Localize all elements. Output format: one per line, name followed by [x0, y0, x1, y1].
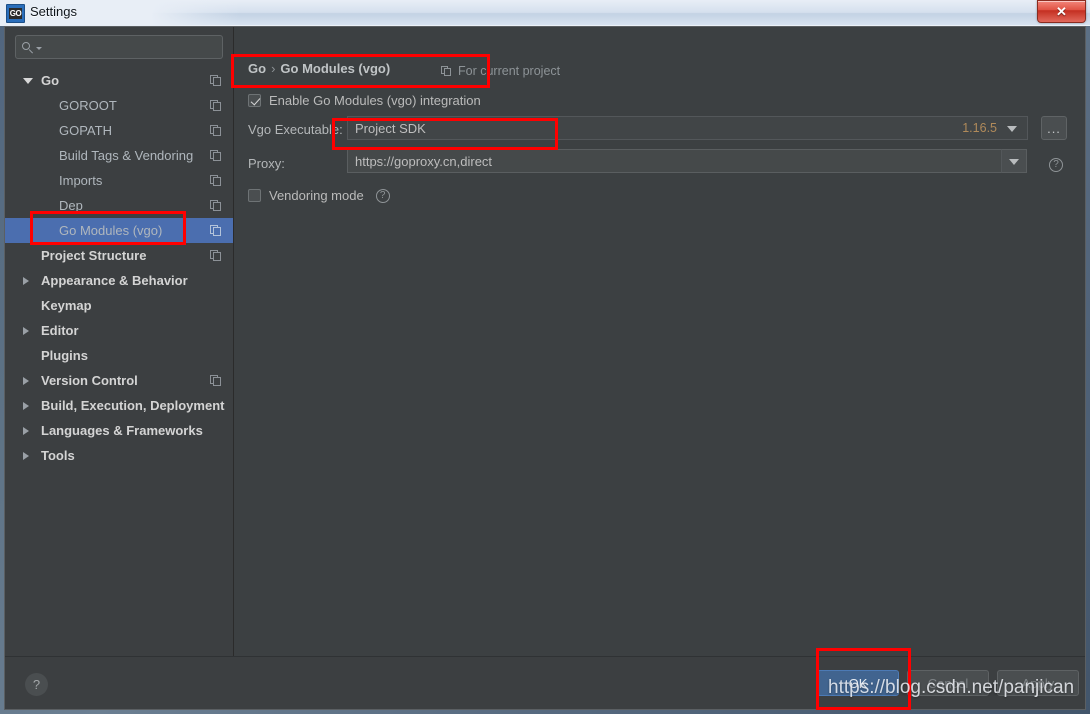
- sidebar-item-version-control[interactable]: Version Control: [5, 368, 233, 393]
- window-title: Settings: [30, 4, 77, 19]
- sidebar-item-build-execution-deployment[interactable]: Build, Execution, Deployment: [5, 393, 233, 418]
- enable-go-modules-checkbox[interactable]: [248, 94, 261, 107]
- close-button[interactable]: ✕: [1037, 0, 1086, 23]
- copy-scope-icon: [210, 199, 222, 212]
- breadcrumb-root[interactable]: Go: [248, 61, 266, 76]
- sidebar-item-build-tags-vendoring[interactable]: Build Tags & Vendoring: [5, 143, 233, 168]
- chevron-right-icon[interactable]: [23, 401, 29, 410]
- sidebar-item-plugins[interactable]: Plugins: [5, 343, 233, 368]
- sidebar-item-goroot[interactable]: GOROOT: [5, 93, 233, 118]
- vgo-executable-label: Vgo Executable:: [248, 122, 343, 137]
- settings-sidebar: Go GOROOT GOPATH Build Tags & Vendoring Impo…: [5, 27, 234, 656]
- sidebar-item-label: Build Tags & Vendoring: [59, 148, 194, 163]
- proxy-dropdown-button[interactable]: [1001, 149, 1027, 173]
- proxy-input[interactable]: https://goproxy.cn,direct: [347, 149, 1027, 173]
- copy-scope-icon: [210, 224, 222, 237]
- screenshot-root: GO Settings ✕ Go GOROOT GOPATH Build Tags &…: [0, 0, 1090, 714]
- sidebar-item-label: Plugins: [41, 348, 88, 363]
- vgo-browse-button[interactable]: ...: [1041, 116, 1067, 140]
- copy-scope-icon: [441, 65, 452, 77]
- sidebar-item-label: Editor: [41, 323, 79, 338]
- breadcrumb-separator: ›: [271, 61, 276, 76]
- go-logo-icon: GO: [6, 4, 25, 23]
- settings-main-panel: Go › Go Modules (vgo) For current project …: [234, 27, 1085, 656]
- titlebar-gradient-overlay: [0, 0, 1090, 26]
- sidebar-item-label: Dep: [59, 198, 83, 213]
- enable-go-modules-label: Enable Go Modules (vgo) integration: [269, 93, 481, 108]
- copy-scope-icon: [210, 74, 222, 87]
- search-input[interactable]: [46, 39, 216, 55]
- chevron-right-icon[interactable]: [23, 376, 29, 385]
- sidebar-item-editor[interactable]: Editor: [5, 318, 233, 343]
- chevron-right-icon[interactable]: [23, 426, 29, 435]
- vgo-executable-field[interactable]: Project SDK 1.16.5: [347, 116, 1028, 140]
- settings-dialog: Go GOROOT GOPATH Build Tags & Vendoring Impo…: [4, 26, 1086, 710]
- window-titlebar: GO Settings: [0, 0, 1090, 26]
- sidebar-item-project-structure[interactable]: Project Structure: [5, 243, 233, 268]
- sidebar-item-label: Build, Execution, Deployment: [41, 398, 225, 413]
- sidebar-item-languages-frameworks[interactable]: Languages & Frameworks: [5, 418, 233, 443]
- vendoring-mode-row[interactable]: Vendoring mode ?: [248, 188, 390, 203]
- chevron-right-icon[interactable]: [23, 451, 29, 460]
- sidebar-item-keymap[interactable]: Keymap: [5, 293, 233, 318]
- watermark-text: https://blog.csdn.net/panjican: [828, 677, 1075, 698]
- vendoring-help-circle-icon[interactable]: ?: [375, 188, 390, 203]
- breadcrumb: Go › Go Modules (vgo): [248, 61, 390, 76]
- chevron-down-icon[interactable]: [23, 77, 33, 84]
- enable-go-modules-row[interactable]: Enable Go Modules (vgo) integration: [248, 93, 481, 108]
- copy-scope-icon: [210, 124, 222, 137]
- sidebar-item-label: GOPATH: [59, 123, 112, 138]
- scope-note-label: For current project: [458, 64, 561, 78]
- scope-note: For current project: [441, 64, 560, 78]
- copy-scope-icon: [210, 249, 222, 262]
- chevron-right-icon[interactable]: [23, 326, 29, 335]
- vendoring-mode-label: Vendoring mode: [269, 188, 364, 203]
- vgo-sdk-version: 1.16.5: [962, 121, 997, 135]
- breadcrumb-current: Go Modules (vgo): [280, 61, 391, 76]
- copy-scope-icon: [210, 174, 222, 187]
- sidebar-item-dep[interactable]: Dep: [5, 193, 233, 218]
- sidebar-item-label: Go: [41, 73, 60, 88]
- proxy-help-button[interactable]: ?: [1049, 154, 1063, 172]
- vgo-executable-value: Project SDK: [355, 120, 426, 136]
- proxy-chevron-down-icon: [1009, 159, 1019, 165]
- sidebar-item-label: GOROOT: [59, 98, 117, 113]
- sidebar-item-go[interactable]: Go: [5, 68, 233, 93]
- sidebar-item-label: Version Control: [41, 373, 138, 388]
- copy-scope-icon: [210, 99, 222, 112]
- sidebar-item-tools[interactable]: Tools: [5, 443, 233, 468]
- sidebar-item-label: Go Modules (vgo): [59, 223, 163, 238]
- sidebar-item-label: Appearance & Behavior: [41, 273, 188, 288]
- search-dropdown-icon: [36, 47, 42, 50]
- vgo-executable-chevron-down-icon[interactable]: [1007, 126, 1017, 132]
- help-circle-icon: ?: [1049, 158, 1063, 172]
- copy-scope-icon: [210, 149, 222, 162]
- vgo-browse-label: ...: [1047, 121, 1061, 136]
- proxy-label: Proxy:: [248, 156, 285, 171]
- sidebar-item-label: Imports: [59, 173, 103, 188]
- sidebar-item-label: Project Structure: [41, 248, 147, 263]
- sidebar-item-gopath[interactable]: GOPATH: [5, 118, 233, 143]
- sidebar-item-imports[interactable]: Imports: [5, 168, 233, 193]
- search-box[interactable]: [15, 35, 223, 59]
- proxy-value: https://goproxy.cn,direct: [355, 153, 493, 169]
- vendoring-mode-checkbox[interactable]: [248, 189, 261, 202]
- dialog-body: Go GOROOT GOPATH Build Tags & Vendoring Impo…: [5, 27, 1085, 656]
- sidebar-item-go-modules-vgo[interactable]: Go Modules (vgo): [5, 218, 233, 243]
- sidebar-item-appearance-behavior[interactable]: Appearance & Behavior: [5, 268, 233, 293]
- copy-scope-icon: [210, 374, 222, 387]
- settings-tree: Go GOROOT GOPATH Build Tags & Vendoring Impo…: [5, 68, 233, 468]
- help-button[interactable]: ?: [25, 673, 48, 696]
- sidebar-item-label: Tools: [41, 448, 75, 463]
- sidebar-item-label: Languages & Frameworks: [41, 423, 203, 438]
- search-icon: [22, 41, 35, 54]
- close-icon: ✕: [1056, 3, 1067, 19]
- sidebar-item-label: Keymap: [41, 298, 92, 313]
- chevron-right-icon[interactable]: [23, 276, 29, 285]
